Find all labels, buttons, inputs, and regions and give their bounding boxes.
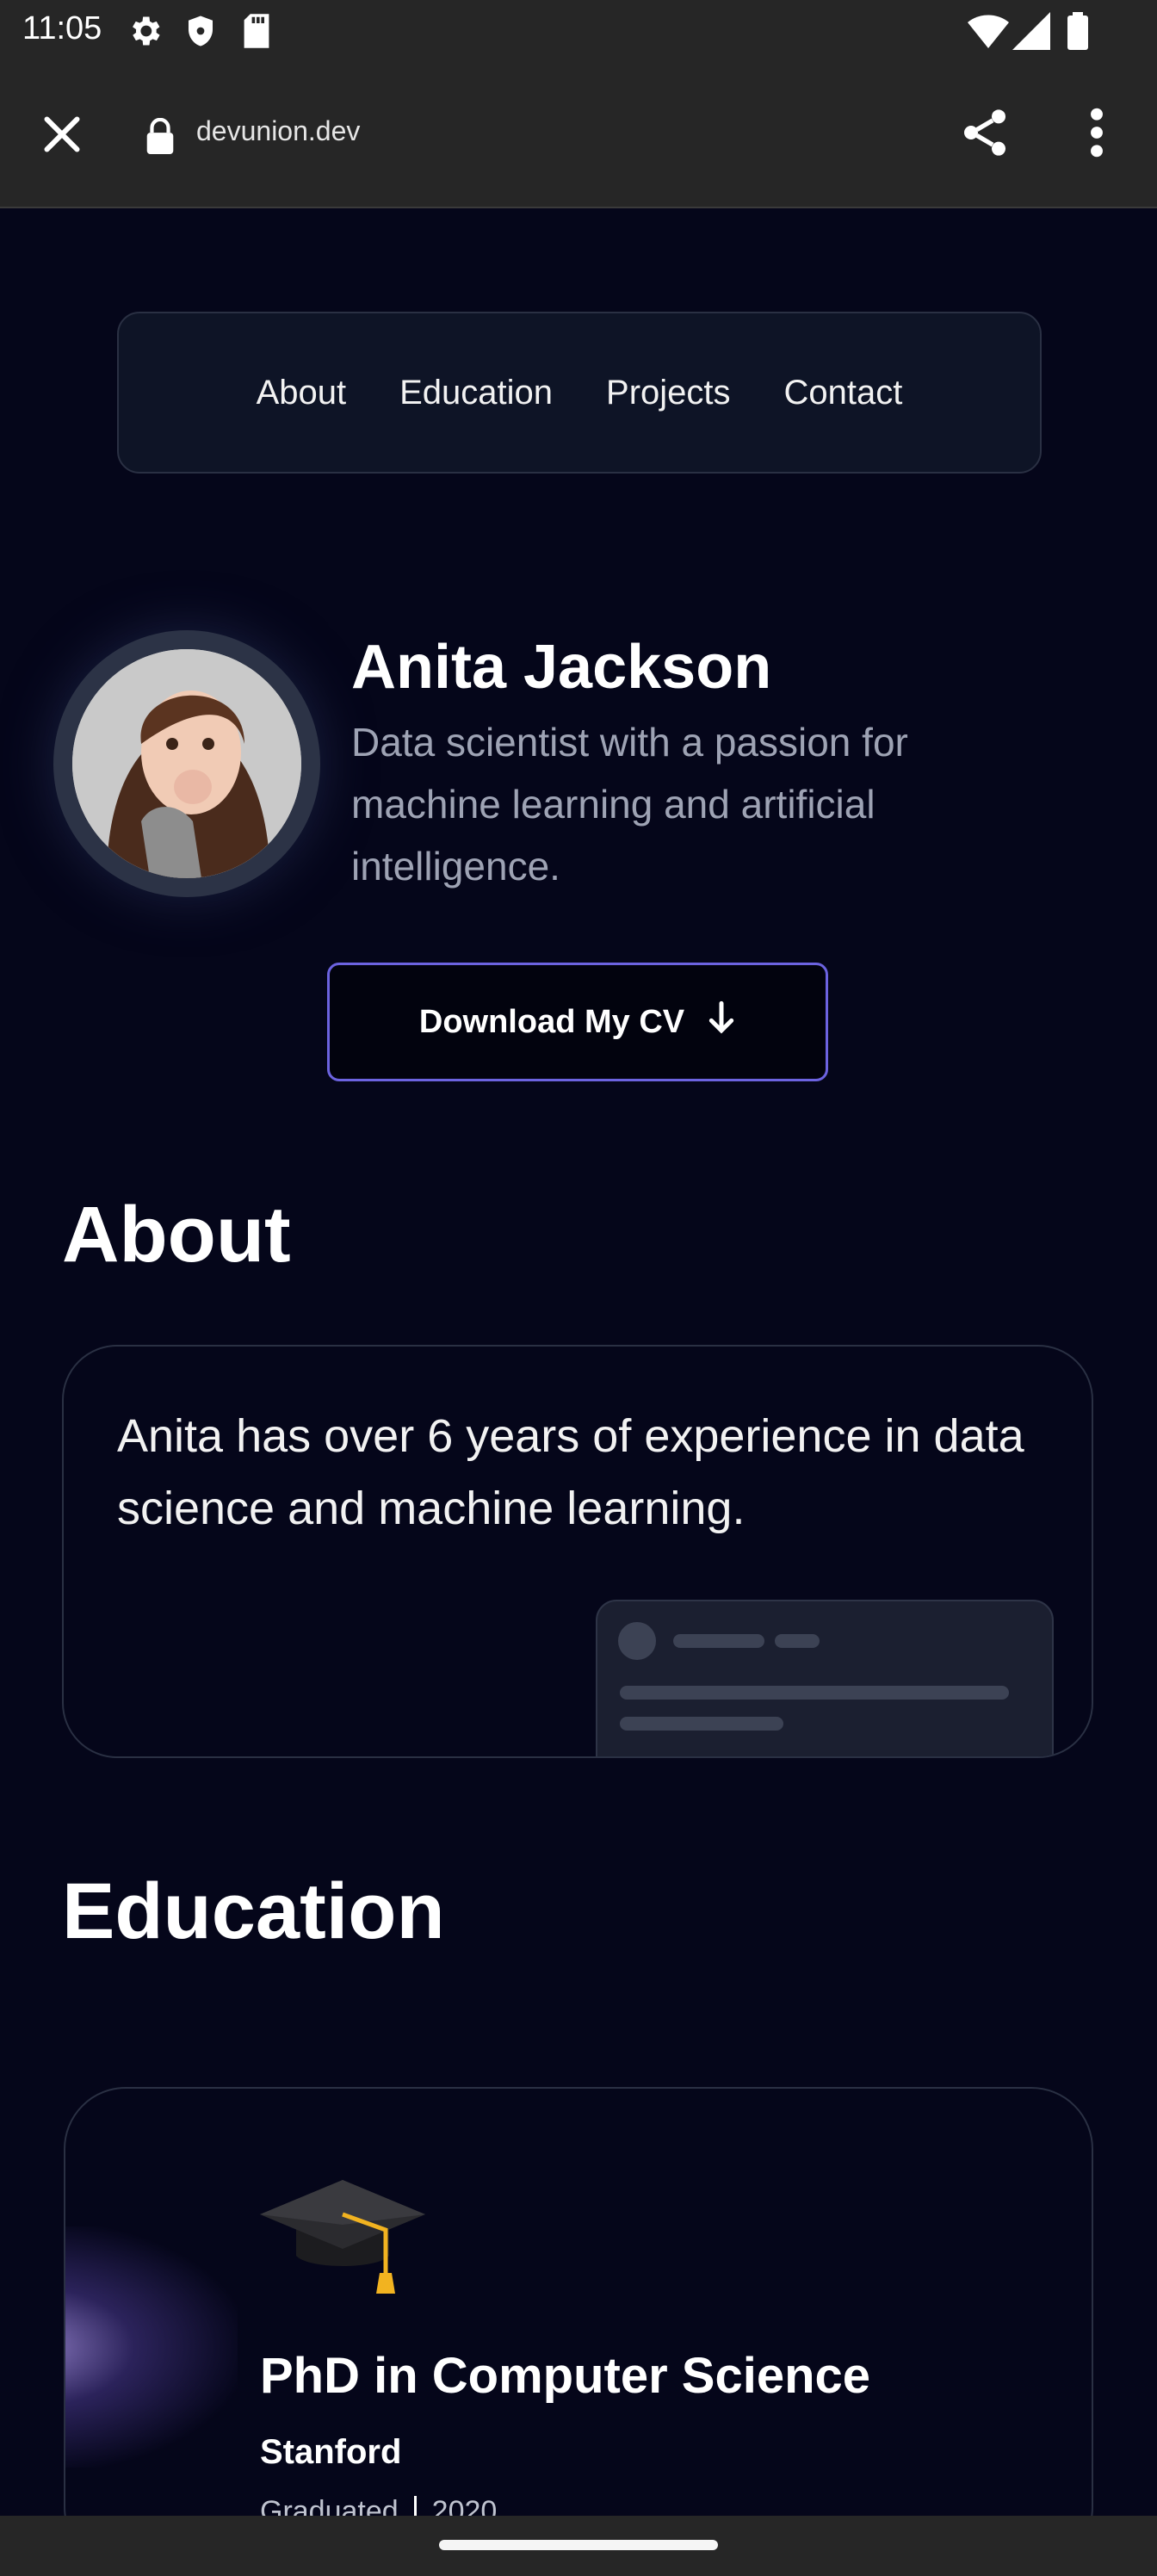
browser-toolbar: devunion.dev xyxy=(0,62,1157,208)
top-nav: About Education Projects Contact xyxy=(117,312,1042,474)
meta-divider xyxy=(413,2496,417,2516)
nav-education[interactable]: Education xyxy=(399,374,553,412)
profile-name: Anita Jackson xyxy=(351,633,772,702)
profile-bio: Data scientist with a passion for machin… xyxy=(351,720,908,889)
shield-icon xyxy=(183,12,219,54)
graduation-year: 2020 xyxy=(431,2495,498,2516)
education-card: PhD in Computer Science Stanford Graduat… xyxy=(64,2087,1093,2516)
download-cv-label: Download My CV xyxy=(418,1003,685,1040)
about-text: Anita has over 6 years of experience in … xyxy=(117,1410,1024,1534)
web-page: About Education Projects Contact Anita J… xyxy=(0,208,1157,2516)
nav-contact[interactable]: Contact xyxy=(784,374,903,412)
system-nav-bar xyxy=(0,2516,1157,2576)
education-heading: Education xyxy=(62,1867,445,1955)
avatar-ring xyxy=(53,630,320,897)
avatar xyxy=(72,649,301,878)
nav-about[interactable]: About xyxy=(257,374,347,412)
home-gesture-pill[interactable] xyxy=(439,2540,718,2550)
school-name: Stanford xyxy=(260,2433,402,2471)
status-bar: 11:05 xyxy=(0,0,1157,62)
download-cv-button[interactable]: Download My CV xyxy=(327,963,828,1081)
sd-card-icon xyxy=(241,12,272,54)
nav-projects[interactable]: Projects xyxy=(606,374,731,412)
about-heading: About xyxy=(62,1191,291,1279)
lock-icon xyxy=(143,117,177,158)
battery-icon xyxy=(1067,12,1088,54)
share-icon[interactable] xyxy=(957,105,1012,164)
graduation-cap-icon xyxy=(257,2173,429,2298)
more-vert-icon[interactable] xyxy=(1086,105,1107,164)
status-time: 11:05 xyxy=(22,10,102,46)
close-icon[interactable] xyxy=(36,108,88,160)
settings-icon xyxy=(126,12,164,54)
education-meta: Graduated 2020 xyxy=(260,2495,497,2516)
about-card: Anita has over 6 years of experience in … xyxy=(62,1345,1093,1758)
graduation-label: Graduated xyxy=(260,2495,399,2516)
wifi-icon xyxy=(968,12,1009,54)
placeholder-card-illustration xyxy=(596,1600,1054,1756)
arrow-down-icon xyxy=(707,1000,736,1043)
degree-title: PhD in Computer Science xyxy=(260,2348,871,2404)
signal-icon xyxy=(1012,12,1050,54)
url-text[interactable]: devunion.dev xyxy=(196,115,360,147)
card-glow xyxy=(65,2226,238,2468)
